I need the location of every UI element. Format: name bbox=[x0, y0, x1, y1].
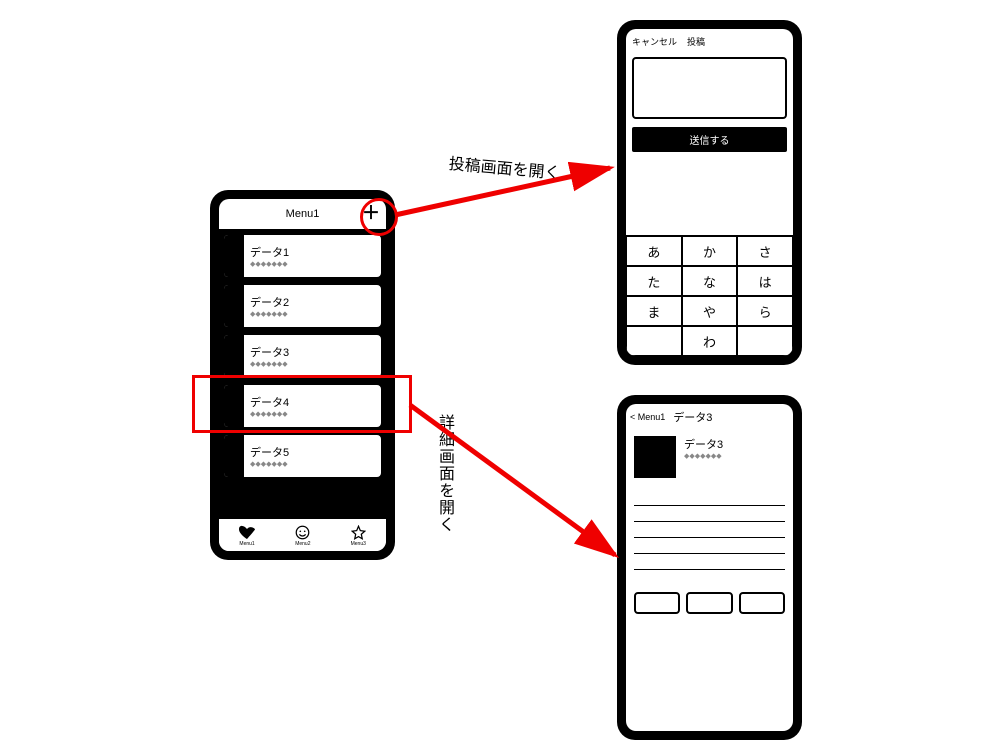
phone-post-screen: キャンセル 投稿 送信する あ か さ た な は ま や ら わ bbox=[626, 29, 793, 356]
item-subtitle: ◆◆◆◆◆◆◆ bbox=[250, 410, 289, 418]
detail-summary: データ3 ◆◆◆◆◆◆◆ bbox=[634, 436, 785, 478]
star-icon bbox=[351, 523, 366, 541]
add-button[interactable]: ＋ bbox=[362, 204, 380, 222]
keypad: あ か さ た な は ま や ら わ bbox=[626, 235, 793, 356]
back-button[interactable]: < Menu1 bbox=[630, 412, 665, 422]
phone-main-screen: Menu1 ＋ データ1 ◆◆◆◆◆◆◆ データ2 ◆◆◆◆◆◆◆ bbox=[219, 199, 386, 551]
item-thumbnail bbox=[224, 235, 244, 277]
key[interactable] bbox=[737, 326, 793, 356]
phone-post: キャンセル 投稿 送信する あ か さ た な は ま や ら わ bbox=[617, 20, 802, 365]
tab-menu2[interactable]: Menu2 bbox=[295, 523, 310, 547]
list-item[interactable]: データ3 ◆◆◆◆◆◆◆ bbox=[222, 333, 383, 379]
main-header: Menu1 ＋ bbox=[219, 199, 386, 229]
item-subtitle: ◆◆◆◆◆◆◆ bbox=[250, 460, 289, 468]
annotation-open-detail: 詳細画面を開く bbox=[432, 414, 456, 538]
heart-icon bbox=[239, 523, 255, 541]
list-item[interactable]: データ5 ◆◆◆◆◆◆◆ bbox=[222, 433, 383, 479]
key[interactable]: わ bbox=[682, 326, 738, 356]
item-title: データ3 bbox=[250, 344, 289, 360]
phone-detail: < Menu1 データ3 データ3 ◆◆◆◆◆◆◆ bbox=[617, 395, 802, 740]
key[interactable]: ら bbox=[737, 296, 793, 326]
item-title: データ1 bbox=[250, 244, 289, 260]
tab-menu3[interactable]: Menu3 bbox=[351, 523, 366, 547]
list-item[interactable]: データ2 ◆◆◆◆◆◆◆ bbox=[222, 283, 383, 329]
item-title: データ4 bbox=[250, 394, 289, 410]
main-header-title: Menu1 bbox=[286, 208, 320, 220]
detail-thumbnail bbox=[634, 436, 676, 478]
detail-header-title: データ3 bbox=[673, 409, 712, 425]
list-item[interactable]: データ1 ◆◆◆◆◆◆◆ bbox=[222, 233, 383, 279]
key[interactable]: か bbox=[682, 236, 738, 266]
item-thumbnail bbox=[224, 285, 244, 327]
detail-header: < Menu1 データ3 bbox=[626, 404, 793, 430]
detail-action-button[interactable] bbox=[634, 592, 680, 614]
detail-line bbox=[634, 554, 785, 570]
detail-item-title: データ3 bbox=[684, 436, 723, 452]
key[interactable] bbox=[626, 326, 682, 356]
key[interactable]: や bbox=[682, 296, 738, 326]
item-thumbnail bbox=[224, 385, 244, 427]
detail-line bbox=[634, 538, 785, 554]
key[interactable]: あ bbox=[626, 236, 682, 266]
phone-detail-screen: < Menu1 データ3 データ3 ◆◆◆◆◆◆◆ bbox=[626, 404, 793, 731]
main-list: データ1 ◆◆◆◆◆◆◆ データ2 ◆◆◆◆◆◆◆ データ3 ◆◆◆◆◆◆◆ bbox=[219, 229, 386, 517]
detail-item-subtitle: ◆◆◆◆◆◆◆ bbox=[684, 452, 723, 460]
item-title: データ2 bbox=[250, 294, 289, 310]
list-item[interactable]: データ4 ◆◆◆◆◆◆◆ bbox=[222, 383, 383, 429]
post-header: キャンセル 投稿 bbox=[626, 29, 793, 53]
detail-line bbox=[634, 506, 785, 522]
annotation-open-post: 投稿画面を開く bbox=[448, 150, 562, 184]
post-title: 投稿 bbox=[687, 35, 705, 48]
submit-button[interactable]: 送信する bbox=[632, 127, 787, 152]
key[interactable]: な bbox=[682, 266, 738, 296]
phone-main: Menu1 ＋ データ1 ◆◆◆◆◆◆◆ データ2 ◆◆◆◆◆◆◆ bbox=[210, 190, 395, 560]
smile-icon bbox=[295, 523, 310, 541]
tab-label: Menu2 bbox=[295, 541, 310, 547]
cancel-button[interactable]: キャンセル bbox=[632, 35, 677, 48]
item-thumbnail bbox=[224, 335, 244, 377]
detail-action-button[interactable] bbox=[739, 592, 785, 614]
tab-bar: Menu1 Menu2 Menu3 bbox=[219, 517, 386, 551]
key[interactable]: さ bbox=[737, 236, 793, 266]
detail-line bbox=[634, 522, 785, 538]
item-subtitle: ◆◆◆◆◆◆◆ bbox=[250, 310, 289, 318]
key[interactable]: は bbox=[737, 266, 793, 296]
detail-action-button[interactable] bbox=[686, 592, 732, 614]
tab-label: Menu1 bbox=[239, 541, 254, 547]
detail-action-row bbox=[634, 592, 785, 614]
post-textarea[interactable] bbox=[632, 57, 787, 119]
item-subtitle: ◆◆◆◆◆◆◆ bbox=[250, 260, 289, 268]
tab-menu1[interactable]: Menu1 bbox=[239, 523, 255, 547]
item-title: データ5 bbox=[250, 444, 289, 460]
detail-line bbox=[634, 490, 785, 506]
key[interactable]: ま bbox=[626, 296, 682, 326]
item-subtitle: ◆◆◆◆◆◆◆ bbox=[250, 360, 289, 368]
tab-label: Menu3 bbox=[351, 541, 366, 547]
item-thumbnail bbox=[224, 435, 244, 477]
key[interactable]: た bbox=[626, 266, 682, 296]
